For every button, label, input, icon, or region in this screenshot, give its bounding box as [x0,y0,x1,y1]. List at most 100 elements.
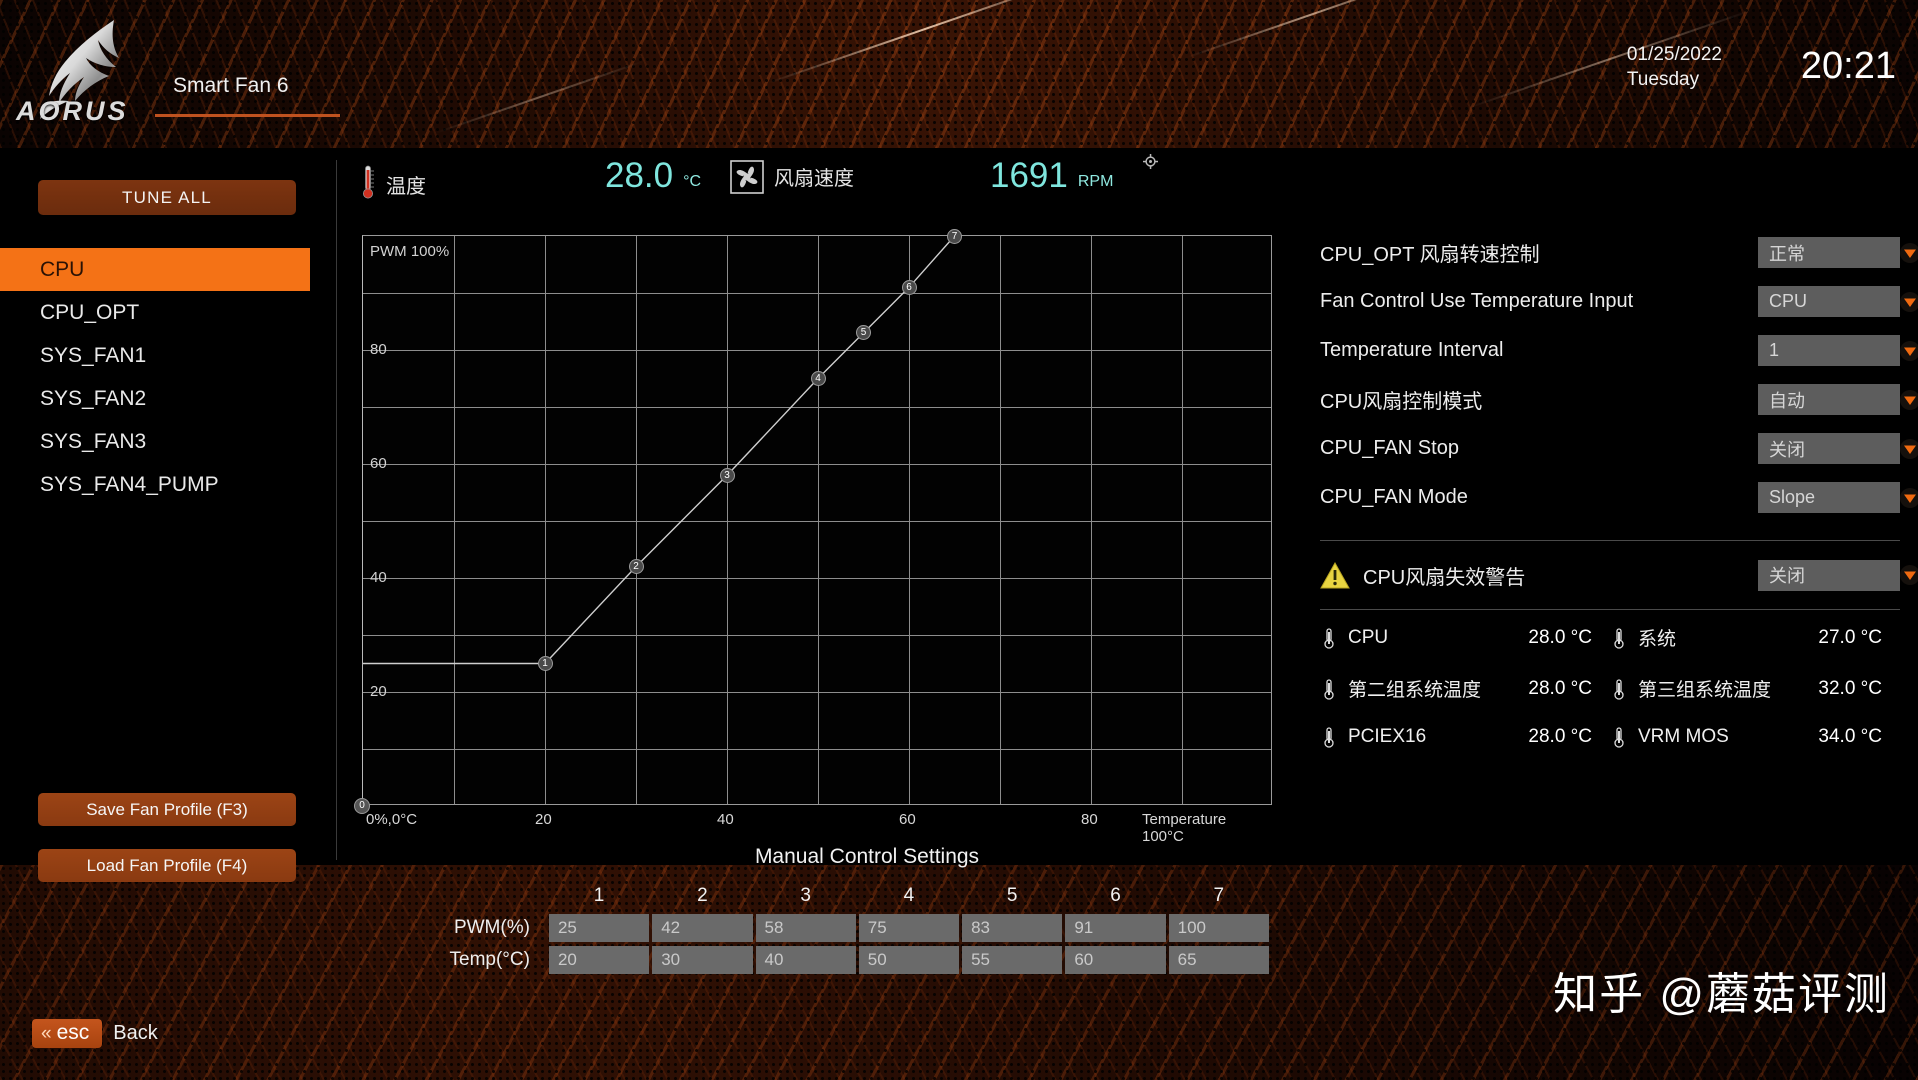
row-label-pwm: PWM(%) [453,917,530,938]
setting-row-cpu-fan-stop: CPU_FAN Stop 关闭 [1320,424,1918,473]
sidebar-item-sys-fan1[interactable]: SYS_FAN1 [0,334,336,377]
pwm-cell-7[interactable]: 100 [1168,914,1269,942]
column-header: 1 [593,885,605,906]
sensor-cpu: CPU 28.0 °C [1320,624,1610,651]
setting-row-fan-fail-warning: CPU风扇失效警告 关闭 [1320,541,1918,609]
system-time: 20:21 [1800,45,1896,87]
chevron-down-icon[interactable] [1893,383,1918,416]
chart-control-point-6[interactable]: 6 [901,279,917,295]
page-title: Smart Fan 6 [173,74,289,97]
pwm-cell-3[interactable]: 58 [755,914,856,942]
setting-value-dropdown[interactable]: 关闭 [1758,433,1918,464]
back-label: Back [113,1022,158,1044]
sensor-value: 34.0 °C [1818,726,1882,747]
thermometer-small-icon [1320,726,1339,748]
chevron-down-icon[interactable] [1893,285,1918,318]
setting-row-fan-control-temp-input: Fan Control Use Temperature Input CPU [1320,277,1918,326]
warning-label: CPU风扇失效警告 [1363,566,1526,589]
temp-cell-5[interactable]: 55 [962,946,1063,974]
setting-value-dropdown[interactable]: Slope [1758,482,1918,513]
gear-icon[interactable] [1143,154,1158,169]
chart-xtick-label: 40 [717,811,734,828]
esc-back-control[interactable]: « esc Back [32,1019,158,1048]
thermometer-small-icon [1610,726,1629,748]
temp-cell-7[interactable]: 65 [1168,946,1269,974]
load-fan-profile-button[interactable]: Load Fan Profile (F4) [38,849,296,882]
sidebar-item-sys-fan4-pump[interactable]: SYS_FAN4_PUMP [0,463,336,506]
sensor-name: VRM MOS [1638,726,1729,747]
setting-row-temperature-interval: Temperature Interval 1 [1320,326,1918,375]
temp-cell-6[interactable]: 60 [1065,946,1166,974]
aorus-wordmark: AORUS [16,96,129,126]
sidebar-item-cpu-opt[interactable]: CPU_OPT [0,291,336,334]
sidebar: TUNE ALL CPU CPU_OPT SYS_FAN1 SYS_FAN2 S… [0,148,336,882]
esc-key-badge[interactable]: « esc [32,1019,103,1048]
chevron-down-icon[interactable] [1893,334,1918,367]
fanspeed-unit: RPM [1077,173,1114,190]
pwm-cell-4[interactable]: 75 [858,914,960,942]
chart-plot-area[interactable]: 1234567 [362,228,1272,805]
table-row-temp: Temp(°C) 20 30 40 50 55 60 65 [365,946,1269,974]
setting-value-dropdown[interactable]: 自动 [1758,384,1918,415]
setting-row-cpu-fan-control-mode: CPU风扇控制模式 自动 [1320,375,1918,424]
chart-xtick-label: 60 [899,811,916,828]
setting-value-dropdown[interactable]: 正常 [1758,237,1918,268]
chart-control-point-2[interactable]: 2 [628,559,644,575]
fanspeed-readout: 风扇速度 [730,160,854,194]
warning-value-dropdown[interactable]: 关闭 [1758,559,1918,591]
panel-divider [1320,609,1900,610]
sidebar-item-cpu[interactable]: CPU [0,248,310,291]
column-header: 6 [1110,885,1121,906]
chevron-down-icon[interactable] [1893,236,1918,269]
column-header: 5 [1006,885,1018,906]
chart-curve [363,236,956,665]
temperature-value: 28.0 [605,156,674,195]
sensor-name: 系统 [1638,629,1677,650]
setting-label: CPU_FAN Mode [1320,486,1468,508]
chart-xtick-label: 20 [535,811,552,828]
column-header: 2 [697,885,708,906]
chevron-down-icon[interactable] [1893,481,1918,514]
fan-list: CPU CPU_OPT SYS_FAN1 SYS_FAN2 SYS_FAN3 S… [0,248,336,506]
pwm-cell-2[interactable]: 42 [652,914,753,942]
pwm-cell-5[interactable]: 83 [962,914,1063,942]
setting-label: Fan Control Use Temperature Input [1320,290,1634,312]
sensor-value: 28.0 °C [1528,726,1592,747]
sensor-name: PCIEX16 [1348,726,1427,747]
sensor-value: 32.0 °C [1818,677,1882,699]
chart-control-point-7[interactable]: 7 [947,228,962,244]
pwm-cell-1[interactable]: 25 [548,914,650,942]
chart-control-point-3[interactable]: 3 [719,467,735,483]
thermometer-small-icon [1610,678,1629,700]
chevron-down-icon[interactable] [1893,559,1918,592]
temp-cell-3[interactable]: 40 [755,946,856,974]
temperature-unit: °C [683,173,702,190]
watermark: 知乎 @蘑菇评测 [1553,970,1890,1019]
setting-value-dropdown[interactable]: CPU [1758,286,1918,317]
sidebar-item-sys-fan2[interactable]: SYS_FAN2 [0,377,336,420]
chart-control-point-1[interactable]: 1 [537,656,553,671]
setting-row-cpu-fan-mode: CPU_FAN Mode Slope [1320,473,1918,522]
fan-curve-chart[interactable]: 1234567 0 PWM 100% 80 60 40 20 0%,0°C 20 40 60 80… [354,228,1272,845]
pwm-cell-6[interactable]: 91 [1065,914,1166,942]
manual-settings-table: 1 2 3 4 5 6 7 PWM(%) 25 42 58 75 83 91 1… [362,878,1272,978]
header-spacer [365,882,546,910]
setting-label: CPU_OPT 风扇转速控制 [1320,244,1540,266]
readout-strip: 温度 28.0 °C 风扇速度 1691 RPM [360,154,1290,212]
chart-control-point-4[interactable]: 4 [810,371,826,386]
thermometer-icon [360,164,376,202]
setting-value-dropdown[interactable]: 1 [1758,335,1918,366]
sensor-system-2: 第二组系统温度 28.0 °C [1320,675,1610,702]
chart-ytick-label: 60 [370,455,387,472]
temp-cell-2[interactable]: 30 [652,946,753,974]
temp-cell-4[interactable]: 50 [858,946,960,974]
save-fan-profile-button[interactable]: Save Fan Profile (F3) [38,793,296,826]
chart-xtick-label-origin: 0%,0°C [366,811,418,828]
sensor-name: 第二组系统温度 [1348,680,1482,701]
chevron-down-icon[interactable] [1893,432,1918,465]
tune-all-button[interactable]: TUNE ALL [38,180,296,215]
temp-cell-1[interactable]: 20 [548,946,650,974]
sensor-value: 28.0 °C [1528,626,1592,648]
sidebar-item-sys-fan3[interactable]: SYS_FAN3 [0,420,336,463]
column-header: 4 [903,885,915,906]
